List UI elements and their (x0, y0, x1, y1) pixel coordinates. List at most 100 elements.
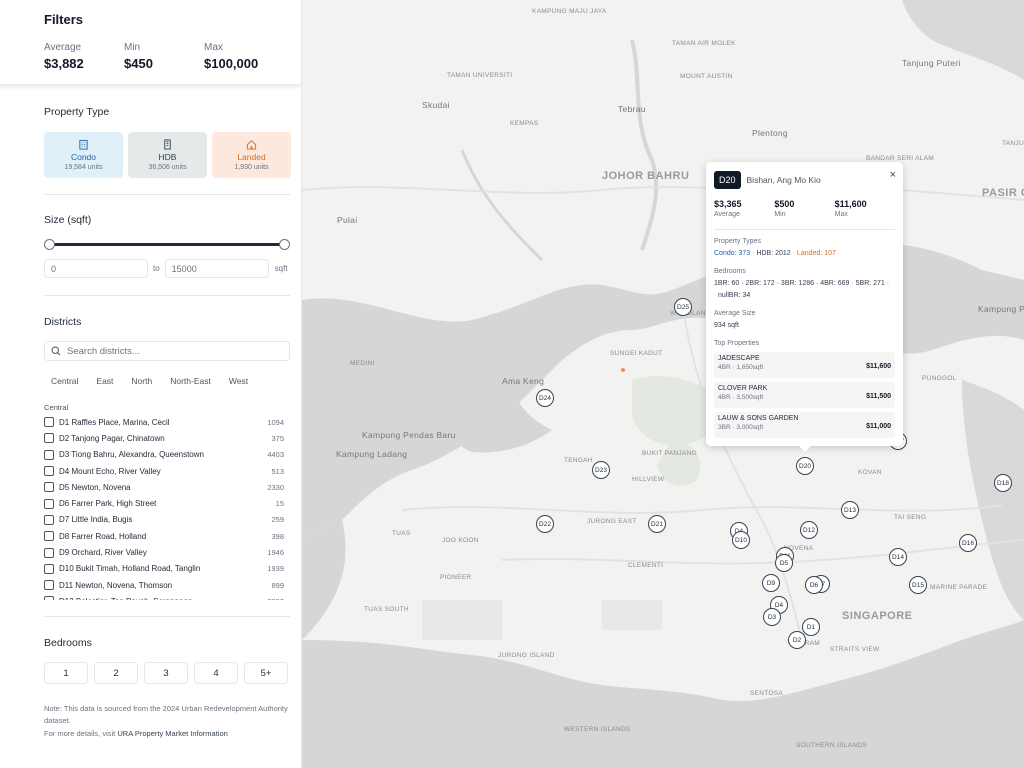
top-property-item[interactable]: JADESCAPE 4BR · 1,650sqft $11,600 (714, 352, 895, 378)
region-tab-north-east[interactable]: North-East (163, 376, 218, 386)
data-source-note: Note: This data is sourced from the 2024… (44, 704, 288, 725)
size-max-input[interactable] (164, 259, 269, 278)
district-row[interactable]: D3 Tiong Bahru, Alexandra, Queenstown 440… (44, 447, 284, 463)
map-place-label: PASIR GUDANG (982, 187, 1024, 199)
slider-track (49, 243, 285, 246)
slider-min-handle[interactable] (44, 239, 55, 250)
district-marker[interactable]: D16 (959, 534, 977, 552)
district-marker[interactable]: D20 (796, 457, 814, 475)
district-marker[interactable]: D24 (536, 389, 554, 407)
district-row[interactable]: D8 Farrer Road, Holland 398 (44, 528, 284, 544)
district-name: D4 Mount Echo, River Valley (59, 466, 161, 476)
checkbox[interactable] (44, 531, 54, 542)
bedroom-option-4[interactable]: 4 (194, 662, 238, 684)
district-marker[interactable]: D14 (889, 548, 907, 566)
checkbox[interactable] (44, 563, 54, 574)
district-marker[interactable]: D9 (762, 574, 780, 592)
slider-max-handle[interactable] (279, 239, 290, 250)
header-shadow (0, 84, 301, 90)
district-row[interactable]: D6 Farrer Park, High Street 15 (44, 495, 284, 511)
checkbox[interactable] (44, 514, 54, 525)
map-place-label: SOUTHERN ISLANDS (796, 742, 867, 749)
district-name: D3 Tiong Bahru, Alexandra, Queenstown (59, 450, 204, 460)
district-popup: D20 Bishan, Ang Mo Kio × $3,365 Average … (706, 162, 903, 452)
region-tab-west[interactable]: West (222, 376, 255, 386)
map-place-label: TAMAN AIR MOLEK (672, 40, 736, 47)
checkbox[interactable] (44, 580, 54, 591)
map-place-label: MOUNT AUSTIN (680, 73, 733, 80)
district-marker[interactable]: D21 (648, 515, 666, 533)
district-row[interactable]: D9 Orchard, River Valley 1946 (44, 544, 284, 560)
property-type-hdb[interactable]: HDB 36,506 units (128, 132, 207, 178)
map-place-label: TANJUNG LANGSAT (1002, 140, 1024, 147)
district-row[interactable]: D1 Raffles Place, Marina, Cecil 1094 (44, 414, 284, 430)
bedrooms-title: Bedrooms (44, 637, 92, 649)
map-canvas[interactable]: Kampung Maju Jaya Skudai Tebrau Plentong JOH… (302, 0, 1024, 768)
bedroom-option-3[interactable]: 3 (144, 662, 188, 684)
district-row[interactable]: D2 Tanjong Pagar, Chinatown 375 (44, 430, 284, 446)
district-marker[interactable]: D10 (732, 531, 750, 549)
top-property-details: 4BR · 3,500sqft (718, 394, 764, 401)
map-place-label: TUAS SOUTH (364, 606, 409, 613)
district-list[interactable]: D1 Raffles Place, Marina, Cecil 1094 D2 Ta… (44, 414, 284, 600)
district-row[interactable]: D11 Newton, Novena, Thomson 899 (44, 577, 284, 593)
top-property-item[interactable]: LAUW & SONS GARDEN 3BR · 3,000sqft $11,0… (714, 412, 895, 438)
district-marker[interactable]: D5 (775, 554, 793, 572)
districts-title: Districts (44, 316, 82, 328)
district-marker[interactable]: D12 (800, 521, 818, 539)
stat-value: $100,000 (204, 56, 259, 71)
search-icon (51, 346, 61, 356)
district-marker[interactable]: D6 (805, 576, 823, 594)
district-search[interactable] (44, 341, 290, 361)
map-place-label: WESTERN ISLANDS (564, 726, 631, 733)
district-name: D5 Newton, Novena (59, 482, 131, 492)
district-count: 2059 (267, 597, 284, 600)
size-range-slider[interactable] (44, 239, 290, 251)
top-property-item[interactable]: CLOVER PARK 4BR · 3,500sqft $11,500 (714, 382, 895, 408)
map-place-label: SUNGEI KADUT (610, 350, 663, 357)
district-marker[interactable]: D1 (802, 618, 820, 636)
checkbox[interactable] (44, 417, 54, 428)
district-marker[interactable]: D22 (536, 515, 554, 533)
search-input[interactable] (67, 345, 267, 357)
checkbox[interactable] (44, 482, 54, 493)
checkbox[interactable] (44, 596, 54, 600)
close-icon[interactable]: × (890, 169, 896, 181)
checkbox[interactable] (44, 433, 54, 444)
district-name: D1 Raffles Place, Marina, Cecil (59, 417, 170, 427)
selected-location-dot (621, 368, 625, 372)
stat-label: Min (124, 42, 141, 53)
district-row[interactable]: D12 Balestier, Toa Payoh, Serangoon2059 (44, 593, 284, 600)
district-marker[interactable]: D18 (994, 474, 1012, 492)
top-property-price: $11,500 (866, 393, 891, 400)
district-marker[interactable]: D25 (674, 298, 692, 316)
map-place-label: Pulai (337, 215, 358, 225)
bedroom-option-1[interactable]: 1 (44, 662, 88, 684)
bedroom-option-5plus[interactable]: 5+ (244, 662, 288, 684)
district-marker[interactable]: D2 (788, 631, 806, 649)
checkbox[interactable] (44, 498, 54, 509)
bedroom-option-2[interactable]: 2 (94, 662, 138, 684)
property-type-landed[interactable]: Landed 1,930 units (212, 132, 291, 178)
district-marker[interactable]: D15 (909, 576, 927, 594)
property-type-condo[interactable]: Condo 19,584 units (44, 132, 123, 178)
district-row[interactable]: D7 Little India, Bugis 259 (44, 512, 284, 528)
checkbox[interactable] (44, 449, 54, 460)
region-tab-central[interactable]: Central (44, 376, 85, 386)
popup-stat-average: $3,365 Average (714, 199, 774, 218)
district-marker[interactable]: D23 (592, 461, 610, 479)
region-tab-north[interactable]: North (124, 376, 159, 386)
ura-link[interactable]: URA Property Market Information (117, 729, 227, 738)
district-row[interactable]: D10 Bukit Timah, Holland Road, Tanglin 19… (44, 561, 284, 577)
district-marker[interactable]: D13 (841, 501, 859, 519)
district-marker[interactable]: D3 (763, 608, 781, 626)
district-row[interactable]: D4 Mount Echo, River Valley 513 (44, 463, 284, 479)
checkbox[interactable] (44, 547, 54, 558)
property-type-name: Condo (70, 152, 97, 162)
map-place-label: JOHOR BAHRU (602, 170, 690, 182)
map-place-label: MEDINI (350, 360, 375, 367)
size-min-input[interactable] (44, 259, 148, 278)
region-tab-east[interactable]: East (89, 376, 120, 386)
district-row[interactable]: D5 Newton, Novena 2330 (44, 479, 284, 495)
checkbox[interactable] (44, 466, 54, 477)
